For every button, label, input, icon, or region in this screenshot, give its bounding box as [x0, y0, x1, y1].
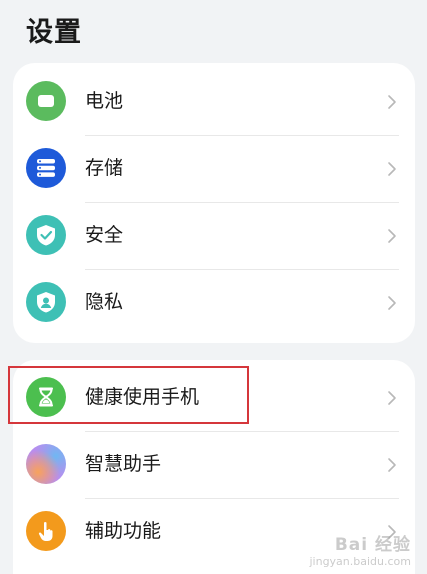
settings-item-security[interactable]: 安全 [13, 202, 415, 269]
privacy-shield-icon [26, 282, 66, 322]
battery-icon [26, 81, 66, 121]
shield-icon [26, 215, 66, 255]
chevron-right-icon [387, 202, 399, 269]
settings-item-storage[interactable]: 存储 [13, 135, 415, 202]
divider [85, 202, 399, 203]
settings-item-label: 智慧助手 [85, 453, 162, 475]
divider [85, 269, 399, 270]
settings-item-label: 存储 [85, 157, 124, 179]
highlight-box [8, 366, 249, 424]
watermark-logo-text: Bai 经验 [334, 535, 411, 555]
settings-item-smart-assistant[interactable]: 智慧助手 [13, 431, 415, 498]
settings-item-label: 隐私 [85, 291, 124, 313]
storage-icon [26, 148, 66, 188]
settings-item-privacy[interactable]: 隐私 [13, 269, 415, 336]
chevron-right-icon [387, 364, 399, 431]
settings-item-label: 辅助功能 [85, 520, 162, 542]
settings-group-1: 电池 存储 安全 隐私 [13, 63, 415, 343]
page-title: 设置 [26, 17, 82, 48]
chevron-right-icon [387, 269, 399, 336]
chevron-right-icon [387, 135, 399, 202]
watermark: Bai 经验 jingyan.baidu.com [309, 530, 411, 568]
divider [85, 135, 399, 136]
watermark-url: jingyan.baidu.com [309, 555, 411, 568]
chevron-right-icon [387, 68, 399, 135]
settings-item-battery[interactable]: 电池 [13, 68, 415, 135]
chevron-right-icon [387, 431, 399, 498]
assistant-orb-icon [26, 444, 66, 484]
settings-item-label: 电池 [85, 90, 124, 112]
hand-touch-icon [26, 511, 66, 551]
settings-item-label: 安全 [85, 224, 124, 246]
